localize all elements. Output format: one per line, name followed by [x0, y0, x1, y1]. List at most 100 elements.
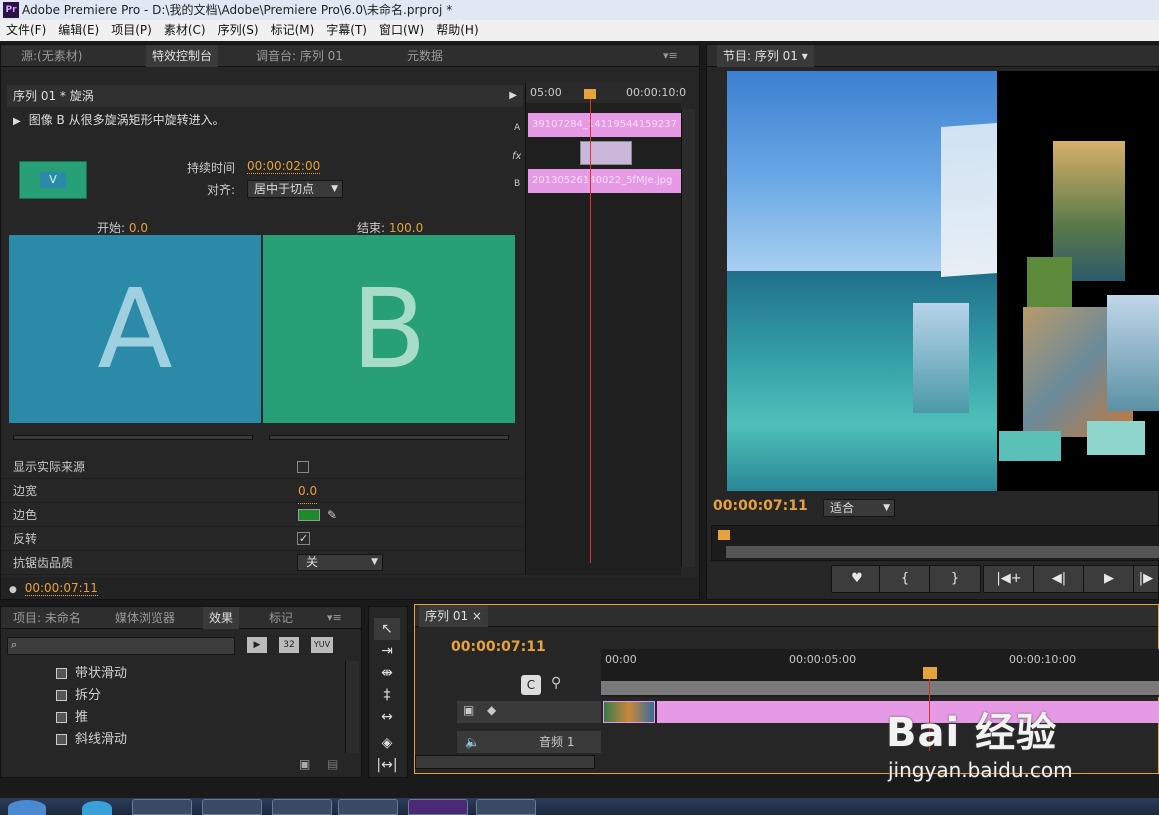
- tab-sequence[interactable]: 序列 01 ×: [419, 605, 488, 627]
- play-transition-icon[interactable]: ▶: [509, 85, 517, 107]
- snap-icon[interactable]: C: [521, 675, 541, 695]
- video-clip-1[interactable]: [603, 701, 655, 723]
- tab-media-browser[interactable]: 媒体浏览器: [109, 607, 181, 629]
- speaker-icon[interactable]: 🔈: [465, 731, 480, 753]
- close-icon[interactable]: ×: [472, 609, 482, 623]
- duration-label: 持续时间: [187, 161, 236, 175]
- track-select-tool-icon[interactable]: ⇥: [374, 640, 400, 662]
- border-color-swatch[interactable]: [298, 509, 320, 521]
- timeline-scrollbar[interactable]: [415, 755, 595, 769]
- menu-sequence[interactable]: 序列(S): [212, 20, 265, 41]
- antialias-dropdown[interactable]: 关 ▼: [297, 554, 383, 571]
- tab-effects[interactable]: 效果: [203, 607, 240, 629]
- timeline-ruler[interactable]: 00:00 00:00:05:00 00:00:10:00: [601, 649, 1159, 697]
- end-value[interactable]: 100.0: [388, 221, 424, 236]
- program-playhead-marker[interactable]: [718, 530, 730, 540]
- mini-scrollbar[interactable]: [681, 109, 695, 567]
- effect-label: 拆分: [75, 688, 102, 703]
- program-scroll-track[interactable]: [726, 546, 1159, 558]
- start-button[interactable]: [8, 800, 46, 815]
- border-width-value[interactable]: 0.0: [298, 479, 318, 504]
- tab-effect-controls[interactable]: 特效控制台: [146, 45, 219, 67]
- menu-project[interactable]: 项目(P): [105, 20, 158, 41]
- zoom-dropdown[interactable]: 适合 ▼: [823, 499, 895, 517]
- program-title: 节目: 序列 01: [723, 49, 798, 63]
- timeline-playhead-marker[interactable]: [923, 667, 937, 679]
- mark-in-button[interactable]: {: [879, 565, 931, 593]
- razor-tool-icon[interactable]: ◈: [374, 732, 400, 754]
- expand-icon[interactable]: ▶: [13, 116, 21, 127]
- tab-source[interactable]: 源:(无素材): [15, 45, 88, 67]
- yuv-effects-icon[interactable]: YUV: [311, 637, 333, 653]
- effect-timecode[interactable]: 00:00:07:11: [24, 581, 98, 596]
- end-slider[interactable]: [269, 435, 509, 440]
- window-title-bar: Pr Adobe Premiere Pro - D:\我的文档\Adobe\Pr…: [0, 0, 1159, 20]
- menu-window[interactable]: 窗口(W): [373, 20, 430, 41]
- panel-menu-icon[interactable]: ▾≡: [657, 45, 684, 67]
- tab-metadata[interactable]: 元数据: [401, 45, 449, 67]
- effect-item[interactable]: 推: [56, 707, 88, 729]
- program-time-ruler[interactable]: [711, 525, 1159, 561]
- rolling-edit-tool-icon[interactable]: ‡: [374, 684, 400, 706]
- menu-clip[interactable]: 素材(C): [158, 20, 212, 41]
- mark-out-button[interactable]: }: [929, 565, 981, 593]
- step-back-button[interactable]: ◀|: [1033, 565, 1085, 593]
- effects-scrollbar[interactable]: [345, 661, 359, 753]
- taskbar-item-explorer[interactable]: [132, 799, 192, 815]
- sync-lock-icon[interactable]: ◆: [487, 703, 496, 717]
- menu-marker[interactable]: 标记(M): [265, 20, 321, 41]
- prop-label: 反转: [13, 532, 38, 546]
- taskbar-item-browser[interactable]: [202, 799, 262, 815]
- toggle-output-icon[interactable]: ▣: [463, 703, 474, 717]
- duration-value[interactable]: 00:00:02:00: [247, 159, 321, 174]
- transition-block[interactable]: [580, 141, 632, 165]
- 32bit-effects-icon[interactable]: 32: [279, 637, 299, 653]
- play-button[interactable]: ▶: [1083, 565, 1135, 593]
- slip-tool-icon[interactable]: |↔|: [374, 754, 400, 776]
- menu-title[interactable]: 字幕(T): [320, 20, 373, 41]
- menu-help[interactable]: 帮助(H): [430, 20, 484, 41]
- work-area-bar[interactable]: [601, 681, 1159, 695]
- taskbar-item-app[interactable]: [272, 799, 332, 815]
- eyedropper-icon[interactable]: ✎: [327, 503, 337, 527]
- baidu-watermark: Bai 经验 jingyan.baidu.com: [886, 700, 1126, 800]
- taskbar-item-app2[interactable]: [338, 799, 398, 815]
- rate-stretch-tool-icon[interactable]: ↔: [374, 706, 400, 728]
- menu-edit[interactable]: 编辑(E): [52, 20, 105, 41]
- reverse-checkbox[interactable]: ✓: [297, 532, 310, 545]
- align-dropdown[interactable]: 居中于切点 ▼: [247, 180, 343, 198]
- show-source-checkbox[interactable]: [297, 461, 309, 473]
- effect-item[interactable]: 带状滑动: [56, 663, 127, 685]
- effects-panel: 项目: 未命名 媒体浏览器 效果 标记 ▾≡ ⌕ ▶ 32 YUV 带状滑动 拆…: [0, 606, 362, 778]
- effects-search-input[interactable]: ⌕: [7, 637, 235, 655]
- menu-file[interactable]: 文件(F): [0, 20, 52, 41]
- step-forward-button[interactable]: |▶: [1133, 565, 1159, 593]
- program-timecode[interactable]: 00:00:07:11: [713, 498, 808, 514]
- tab-program[interactable]: 节目: 序列 01 ▾: [717, 45, 814, 67]
- timeline-timecode[interactable]: 00:00:07:11: [451, 639, 546, 655]
- start-value[interactable]: 0.0: [128, 221, 148, 236]
- effect-item[interactable]: 斜线滑动: [56, 729, 127, 751]
- effect-item[interactable]: 拆分: [56, 685, 101, 707]
- ie-icon[interactable]: [82, 801, 112, 815]
- delete-icon[interactable]: ▤: [327, 757, 338, 771]
- tab-markers[interactable]: 标记: [263, 607, 299, 629]
- tab-audio-mixer[interactable]: 调音台: 序列 01: [250, 45, 349, 67]
- tab-project[interactable]: 项目: 未命名: [7, 607, 87, 629]
- start-slider[interactable]: [13, 435, 253, 440]
- panel-menu-icon[interactable]: ▾≡: [321, 607, 348, 629]
- taskbar-item-premiere[interactable]: [408, 799, 468, 815]
- selection-tool-icon[interactable]: ↖: [374, 618, 400, 640]
- go-to-in-button[interactable]: |◀+: [983, 565, 1035, 593]
- clip-a[interactable]: 39107284_14119544159237: [528, 113, 682, 137]
- accelerated-effects-icon[interactable]: ▶: [247, 637, 267, 653]
- track-a-label: A: [514, 123, 521, 133]
- add-marker-button[interactable]: ♥: [831, 565, 883, 593]
- clip-b[interactable]: 20130526140022_5fMJe.jpg: [528, 169, 682, 193]
- marker-icon[interactable]: ⚲: [551, 675, 561, 691]
- mini-playhead[interactable]: [590, 93, 591, 563]
- new-bin-icon[interactable]: ▣: [299, 757, 310, 771]
- ripple-edit-tool-icon[interactable]: ⇼: [374, 662, 400, 684]
- mini-playhead-marker[interactable]: [584, 89, 596, 99]
- taskbar-item-other[interactable]: [476, 799, 536, 815]
